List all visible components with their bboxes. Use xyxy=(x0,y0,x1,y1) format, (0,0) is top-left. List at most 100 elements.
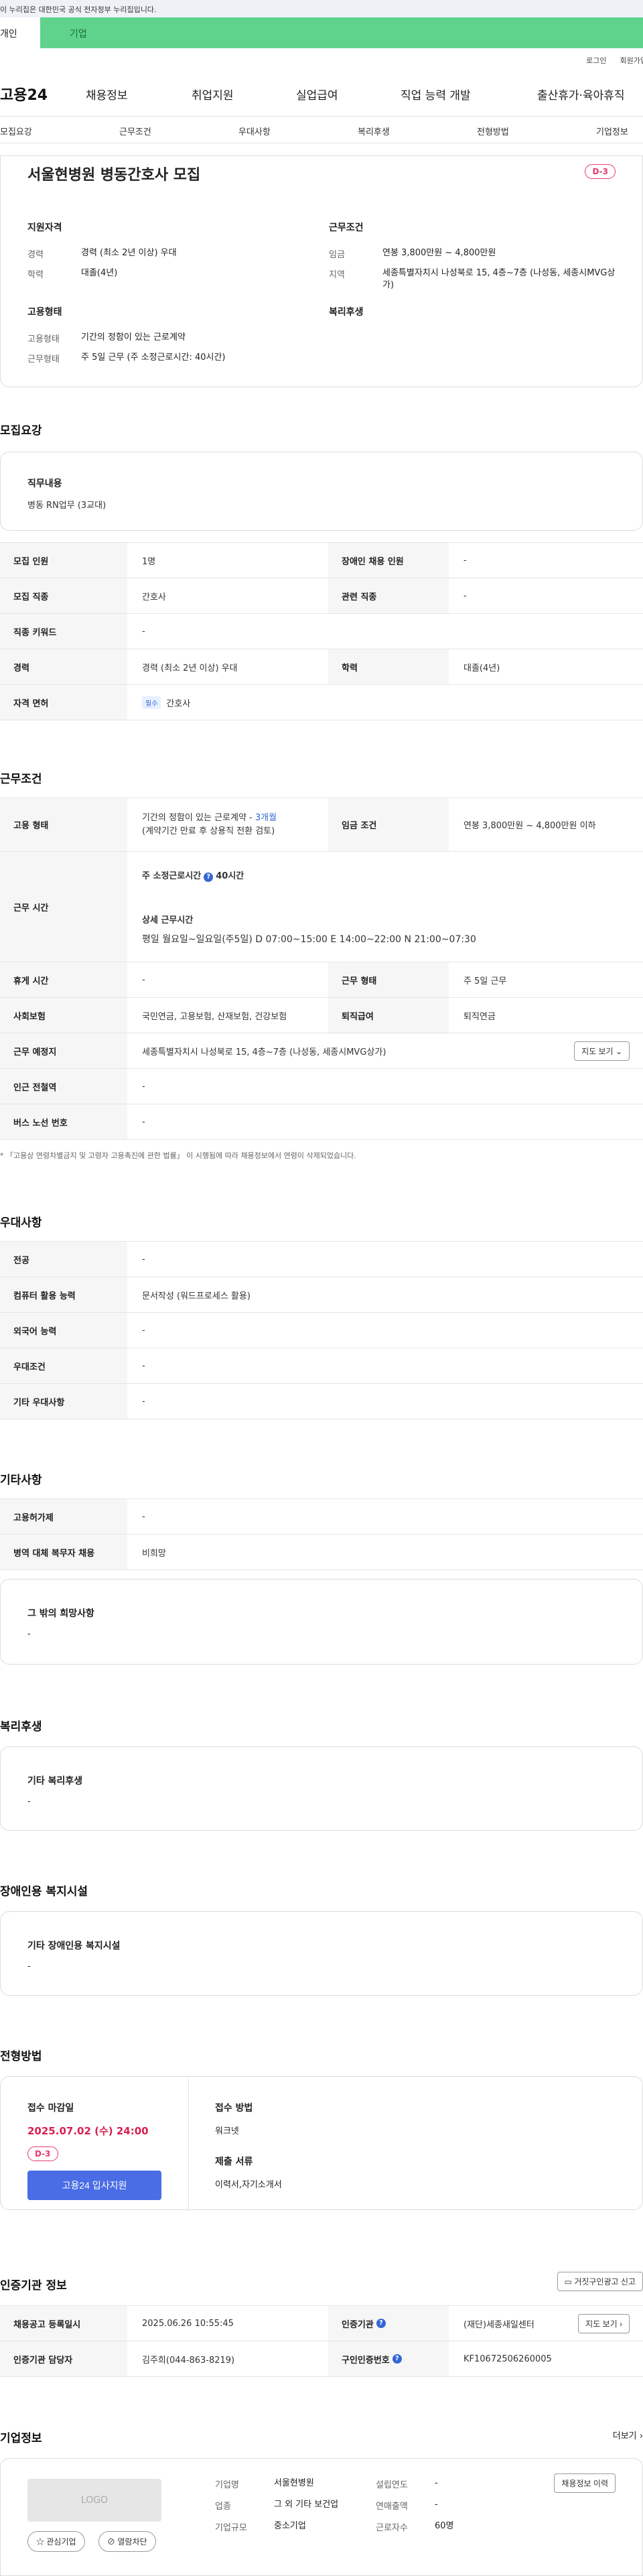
weekly-hours: 주 소정근로시간? 40시간 xyxy=(142,868,244,882)
headcount-label: 모집 인원 xyxy=(0,543,127,578)
subway-label: 인근 전철역 xyxy=(0,1069,127,1104)
industry-value: 그 외 기타 보건업 xyxy=(274,2500,339,2510)
page: 이 누리집은 대한민국 공식 전자정부 누리집입니다. 개인 기업 로그인 회원… xyxy=(0,0,643,2576)
utility-menu: 로그인 회원가입 xyxy=(0,48,643,68)
weekly-hours-value: 40시간 xyxy=(216,871,244,881)
career-row-value: 경력 (최소 2년 이상) 우대 xyxy=(142,663,238,673)
founded-label: 설립연도 xyxy=(376,2480,408,2490)
help-icon[interactable]: ? xyxy=(392,2354,402,2364)
major-label: 전공 xyxy=(0,1242,127,1277)
pref-table: 전공 - 컴퓨터 활용 능력 문서작성 (워드프로세스 활용) 외국어 능력 -… xyxy=(0,1241,643,1419)
gnb-item-unemployment[interactable]: 실업급여 xyxy=(296,86,338,103)
table-row: 자격 면허 필수 간호사 xyxy=(0,685,643,720)
agency-label-cell: 인증기관? xyxy=(328,2306,449,2341)
qualification-heading: 지원자격 xyxy=(27,222,62,233)
table-row: 근무 예정지 세종특별자치시 나성북로 15, 4층~7층 (나성동, 세종시M… xyxy=(0,1033,643,1069)
duty-title: 직무내용 xyxy=(27,478,62,489)
education-value: 대졸(4년) xyxy=(81,268,118,278)
site-logo[interactable]: 고용24 xyxy=(0,83,48,105)
duty-card: 직무내용 병동 RN업무 (3교대) xyxy=(0,452,643,531)
interest-button[interactable]: ☆ 관심기업 xyxy=(27,2531,85,2552)
table-row: 고용 형태 기간의 정함이 있는 근로계약 - 3개월 (계약기간 만료 후 상… xyxy=(0,798,643,852)
table-row: 버스 노선 번호 - xyxy=(0,1104,643,1140)
size-label: 기업규모 xyxy=(215,2523,247,2533)
table-row: 우대조건 - xyxy=(0,1348,643,1384)
required-tag: 필수 xyxy=(142,696,161,709)
process-card: 접수 마감일 2025.07.02 (수) 24:00 D-3 고용24 입사지… xyxy=(0,2076,643,2211)
license-cell: 필수 간호사 xyxy=(127,685,643,720)
military-label: 병역 대체 복무자 채용 xyxy=(0,1535,127,1569)
sales-label: 연매출액 xyxy=(376,2502,408,2512)
wage-value: 연봉 3,800만원 ~ 4,800만원 xyxy=(382,248,496,258)
star-icon: ☆ xyxy=(36,2537,45,2547)
help-icon[interactable]: ? xyxy=(376,2319,386,2328)
tab-personal[interactable]: 개인 xyxy=(0,17,40,48)
anchor-nav: 모집요강 근무조건 우대사항 복리후생 전형방법 기업정보 xyxy=(0,117,643,143)
map-button[interactable]: 지도 보기 ⌄ xyxy=(574,1041,630,1061)
tab-company[interactable]: 기업 xyxy=(40,17,134,48)
company-card: LOGO ☆ 관심기업 ⊘ 열람차단 기업명 서울현병원 설립연도 - 업종 그… xyxy=(0,2458,643,2576)
company-name-label: 기업명 xyxy=(215,2480,239,2490)
work-emptype-value: 기간의 정함이 있는 근로계약 - xyxy=(142,812,255,823)
login-link[interactable]: 로그인 xyxy=(586,55,606,68)
place-cell: 세종특별자치시 나성북로 15, 4층~7층 (나성동, 세종시MVG상가) 지… xyxy=(127,1033,643,1068)
education-label: 학력 xyxy=(27,270,44,280)
table-row: 사회보험 국민연금, 고용보험, 산재보험, 건강보험 퇴직급여 퇴직연금 xyxy=(0,998,643,1033)
signup-link[interactable]: 회원가입 xyxy=(620,55,643,68)
anchor-welfare[interactable]: 복리후생 xyxy=(358,125,390,137)
anchor-process[interactable]: 전형방법 xyxy=(477,125,509,137)
gnb-item-training[interactable]: 직업 능력 개발 xyxy=(401,86,471,103)
conditions-heading: 근무조건 xyxy=(329,222,364,233)
staff-value: 60명 xyxy=(435,2521,454,2531)
company-logo: LOGO xyxy=(27,2479,161,2522)
work-worktype-value: 주 5일 근무 xyxy=(463,976,507,986)
chevron-right-icon: › xyxy=(620,2319,622,2329)
table-row: 병역 대체 복무자 채용 비희망 xyxy=(0,1535,643,1570)
gnb-item-employment-support[interactable]: 취업지원 xyxy=(192,86,234,103)
disabled-box-title: 기타 장애인용 복지시설 xyxy=(27,1941,121,1951)
block-button[interactable]: ⊘ 열람차단 xyxy=(98,2531,156,2552)
manager-label: 인증기관 담당자 xyxy=(0,2341,127,2376)
pref-cond-value: - xyxy=(142,1360,145,1371)
anchor-company[interactable]: 기업정보 xyxy=(596,125,628,137)
posted-value: 2025.06.26 10:55:45 xyxy=(142,2318,234,2329)
gnb-item-jobs[interactable]: 채용정보 xyxy=(86,86,128,103)
job-history-button[interactable]: 채용정보 이력 xyxy=(554,2473,616,2493)
agency-map-button[interactable]: 지도 보기 › xyxy=(578,2313,630,2333)
report-button[interactable]: ▭ 거짓구인광고 신고 xyxy=(557,2272,643,2291)
keyword-label: 직종 키워드 xyxy=(0,614,127,649)
work-wage-label: 임금 조건 xyxy=(328,798,449,851)
table-row: 경력 경력 (최소 2년 이상) 우대 학력 대졸(4년) xyxy=(0,649,643,685)
table-row: 채용공고 등록일시 2025.06.26 10:55:45 인증기관? (재단)… xyxy=(0,2306,643,2341)
career-label: 경력 xyxy=(27,250,44,260)
table-row: 모집 직종 간호사 관련 직종 - xyxy=(0,578,643,614)
help-icon[interactable]: ? xyxy=(204,872,214,882)
weekly-hours-label: 주 소정근로시간 xyxy=(142,871,202,881)
docs-title: 제출 서류 xyxy=(215,2156,253,2167)
headcount-value: 1명 xyxy=(142,556,156,567)
work-emptype-note: (계약기간 만료 후 상용직 전환 검토) xyxy=(142,826,275,836)
anchor-work[interactable]: 근무조건 xyxy=(119,125,151,137)
company-more-link[interactable]: 더보기 › xyxy=(613,2429,643,2441)
global-nav: 고용24 채용정보 취업지원 실업급여 직업 능력 개발 출산휴가·육아휴직 xyxy=(0,68,643,117)
job-category-label: 모집 직종 xyxy=(0,578,127,613)
apply-button[interactable]: 고용24 입사지원 xyxy=(27,2171,161,2200)
anchor-pref[interactable]: 우대사항 xyxy=(238,125,271,137)
table-row: 휴게 시간 - 근무 형태 주 5일 근무 xyxy=(0,962,643,998)
permit-value: - xyxy=(142,1511,145,1522)
disabled-box-value: - xyxy=(27,1961,31,1972)
process-dday-badge: D-3 xyxy=(27,2146,58,2161)
certno-label-cell: 구인인증번호? xyxy=(328,2341,449,2376)
disabled-count-label: 장애인 채용 인원 xyxy=(328,543,449,578)
gnb-item-parental-leave[interactable]: 출산휴가·육아휴직 xyxy=(537,86,625,103)
military-value: 비희망 xyxy=(142,1548,166,1559)
detail-hours-title: 상세 근무시간 xyxy=(142,915,194,925)
welfare-card: 기타 복리후생 - xyxy=(0,1746,643,1831)
anchor-recruit[interactable]: 모집요강 xyxy=(0,125,32,137)
retire-label: 퇴직급여 xyxy=(328,998,449,1033)
rest-label: 휴게 시간 xyxy=(0,962,127,997)
employment-heading: 고용형태 xyxy=(27,307,62,318)
pref-etc-value: - xyxy=(142,1396,145,1407)
deadline-value: 2025.07.02 (수) 24:00 xyxy=(27,2125,149,2137)
cert-section-title: 인증기관 정보 xyxy=(0,2279,67,2293)
